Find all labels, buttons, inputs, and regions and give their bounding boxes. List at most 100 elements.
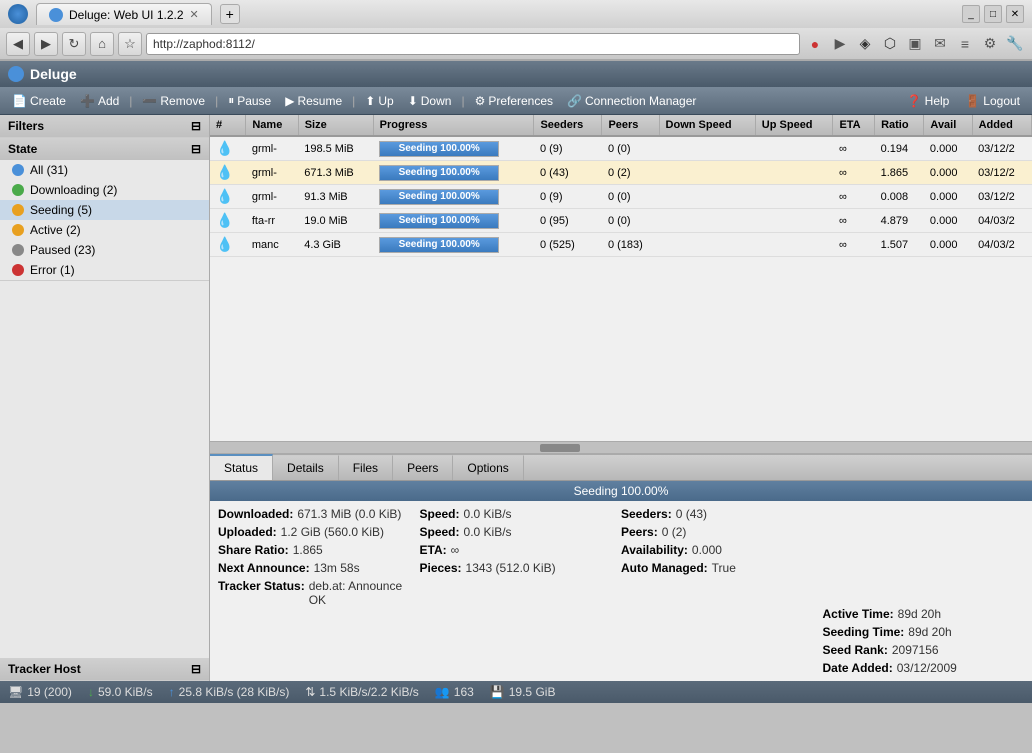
torrents-list: # Name Size Progress Seeders Peers Down … [210,115,1032,257]
browser-tab[interactable]: Deluge: Web UI 1.2.2 ✕ [36,3,212,25]
nav-icons: ● ▶ ◈ ⬡ ▣ ✉ ≡ ⚙ 🔧 [804,33,1026,55]
logout-icon: 🚪 [965,94,980,108]
maximize-button[interactable]: □ [984,5,1002,23]
active-icon [12,224,24,236]
forward-button[interactable]: ▶ [34,32,58,56]
up-speed-icon: ↑ [169,685,175,699]
minimize-button[interactable]: _ [962,5,980,23]
browser-titlebar: Deluge: Web UI 1.2.2 ✕ + _ □ ✕ [0,0,1032,28]
bookmark-button[interactable]: ☆ [118,32,142,56]
play-icon[interactable]: ▶ [829,33,851,55]
col-added[interactable]: Added [972,115,1031,136]
tab-options[interactable]: Options [453,455,523,480]
up-button[interactable]: ⬆ Up [359,92,399,110]
toolbar: 📄 Create ➕ Add | ➖ Remove | ⏸ Pause ▶ Re… [0,87,1032,115]
resume-button[interactable]: ▶ Resume [279,92,348,110]
tab-close-button[interactable]: ✕ [190,8,199,21]
detail-col-1: Downloaded: 671.3 MiB (0.0 KiB) Uploaded… [218,507,420,607]
add-button[interactable]: ➕ Add [74,92,125,110]
share-ratio-row: Share Ratio: 1.865 [218,543,420,557]
home-button[interactable]: ⌂ [90,32,114,56]
col-seeders[interactable]: Seeders [534,115,602,136]
pause-button[interactable]: ⏸ Pause [222,91,277,110]
new-tab-button[interactable]: + [220,4,240,24]
active-time-row2: Active Time: 89d 20h [823,607,1025,621]
menu-icon[interactable]: ≡ [954,33,976,55]
settings-icon[interactable]: ⚙ [979,33,1001,55]
col-progress[interactable]: Progress [373,115,534,136]
down-icon: ⬇ [408,94,418,108]
col-peers[interactable]: Peers [602,115,659,136]
tab-details[interactable]: Details [273,455,339,480]
detail-col-2: Speed: 0.0 KiB/s Speed: 0.0 KiB/s ETA: ∞ [420,507,622,607]
col-eta[interactable]: ETA [833,115,875,136]
detail-tabs: Status Details Files Peers Options [210,455,1032,481]
sidebar-item-active[interactable]: Active (2) [0,220,209,240]
torrent-table[interactable]: # Name Size Progress Seeders Peers Down … [210,115,1032,441]
tracker-status-row: Tracker Status: deb.at: Announce OK [218,579,420,607]
dht-icon: ⇅ [305,685,315,699]
tab-status[interactable]: Status [210,454,273,480]
scrollbar-thumb[interactable] [540,444,580,452]
col-num[interactable]: # [210,115,246,136]
app-actions: ❓ Help 🚪 Logout [901,92,1026,110]
down-speed-icon: ↓ [88,685,94,699]
remove-icon: ➖ [142,94,157,108]
sidebar-item-downloading[interactable]: Downloading (2) [0,180,209,200]
auto-managed-row: Auto Managed: True [621,561,823,575]
close-button[interactable]: ✕ [1006,5,1024,23]
table-row[interactable]: 💧 grml- 198.5 MiB Seeding 100.00% 0 (9) … [210,136,1032,161]
preferences-icon: ⚙ [475,94,486,108]
separator2: | [215,94,218,108]
chromium-icon[interactable]: ● [804,33,826,55]
sidebar-item-error[interactable]: Error (1) [0,260,209,280]
horizontal-scrollbar[interactable] [210,441,1032,453]
downloading-icon [12,184,24,196]
preferences-button[interactable]: ⚙ Preferences [469,92,559,110]
connection-manager-button[interactable]: 🔗 Connection Manager [561,92,702,110]
tab-files[interactable]: Files [339,455,393,480]
screen-icon[interactable]: ▣ [904,33,926,55]
address-bar[interactable] [146,33,800,55]
table-row[interactable]: 💧 grml- 671.3 MiB Seeding 100.00% 0 (43)… [210,161,1032,185]
table-row[interactable]: 💧 manc 4.3 GiB Seeding 100.00% 0 (525) 0… [210,233,1032,257]
uploaded-row: Uploaded: 1.2 GiB (560.0 KiB) [218,525,420,539]
remove-button[interactable]: ➖ Remove [136,92,211,110]
tracker-host-header[interactable]: Tracker Host ⊟ [0,658,209,680]
detail-area: Status Details Files Peers Options Seedi… [210,453,1032,681]
col-avail[interactable]: Avail [924,115,972,136]
availability-row: Availability: 0.000 [621,543,823,557]
extension-icon[interactable]: 🔧 [1004,33,1026,55]
tor-icon[interactable]: ◈ [854,33,876,55]
sidebar-item-all[interactable]: All (31) [0,160,209,180]
reload-button[interactable]: ↻ [62,32,86,56]
down-button[interactable]: ⬇ Down [402,92,458,110]
state-header[interactable]: State ⊟ [0,138,209,160]
table-row[interactable]: 💧 fta-rr 19.0 MiB Seeding 100.00% 0 (95)… [210,209,1032,233]
detail-grid: Downloaded: 671.3 MiB (0.0 KiB) Uploaded… [210,501,1032,681]
logout-button[interactable]: 🚪 Logout [959,92,1026,110]
col-up-speed[interactable]: Up Speed [755,115,833,136]
col-ratio[interactable]: Ratio [875,115,924,136]
sidebar-item-paused[interactable]: Paused (23) [0,240,209,260]
pieces-row: Pieces: 1343 (512.0 KiB) [420,561,622,575]
peers-icon: 👥 [435,685,450,699]
col-name[interactable]: Name [246,115,298,136]
detail-col-right: Active Time: 89d 20h Seeding Time: 89d 2… [823,607,1025,675]
col-down-speed[interactable]: Down Speed [659,115,755,136]
table-row[interactable]: 💧 grml- 91.3 MiB Seeding 100.00% 0 (9) 0… [210,185,1032,209]
tracker-host-section: Tracker Host ⊟ [0,658,209,681]
sidebar-item-seeding[interactable]: Seeding (5) [0,200,209,220]
mail-icon[interactable]: ✉ [929,33,951,55]
state-section: State ⊟ All (31) Downloading (2) Seeding… [0,138,209,281]
col-size[interactable]: Size [298,115,373,136]
tab-peers[interactable]: Peers [393,455,453,480]
help-button[interactable]: ❓ Help [901,92,956,110]
app-header: Deluge [0,61,1032,87]
filters-collapse-icon: ⊟ [191,119,201,133]
vpn-icon[interactable]: ⬡ [879,33,901,55]
back-button[interactable]: ◀ [6,32,30,56]
create-button[interactable]: 📄 Create [6,92,72,110]
app-title: Deluge [30,66,77,82]
filters-header[interactable]: Filters ⊟ [0,115,209,137]
